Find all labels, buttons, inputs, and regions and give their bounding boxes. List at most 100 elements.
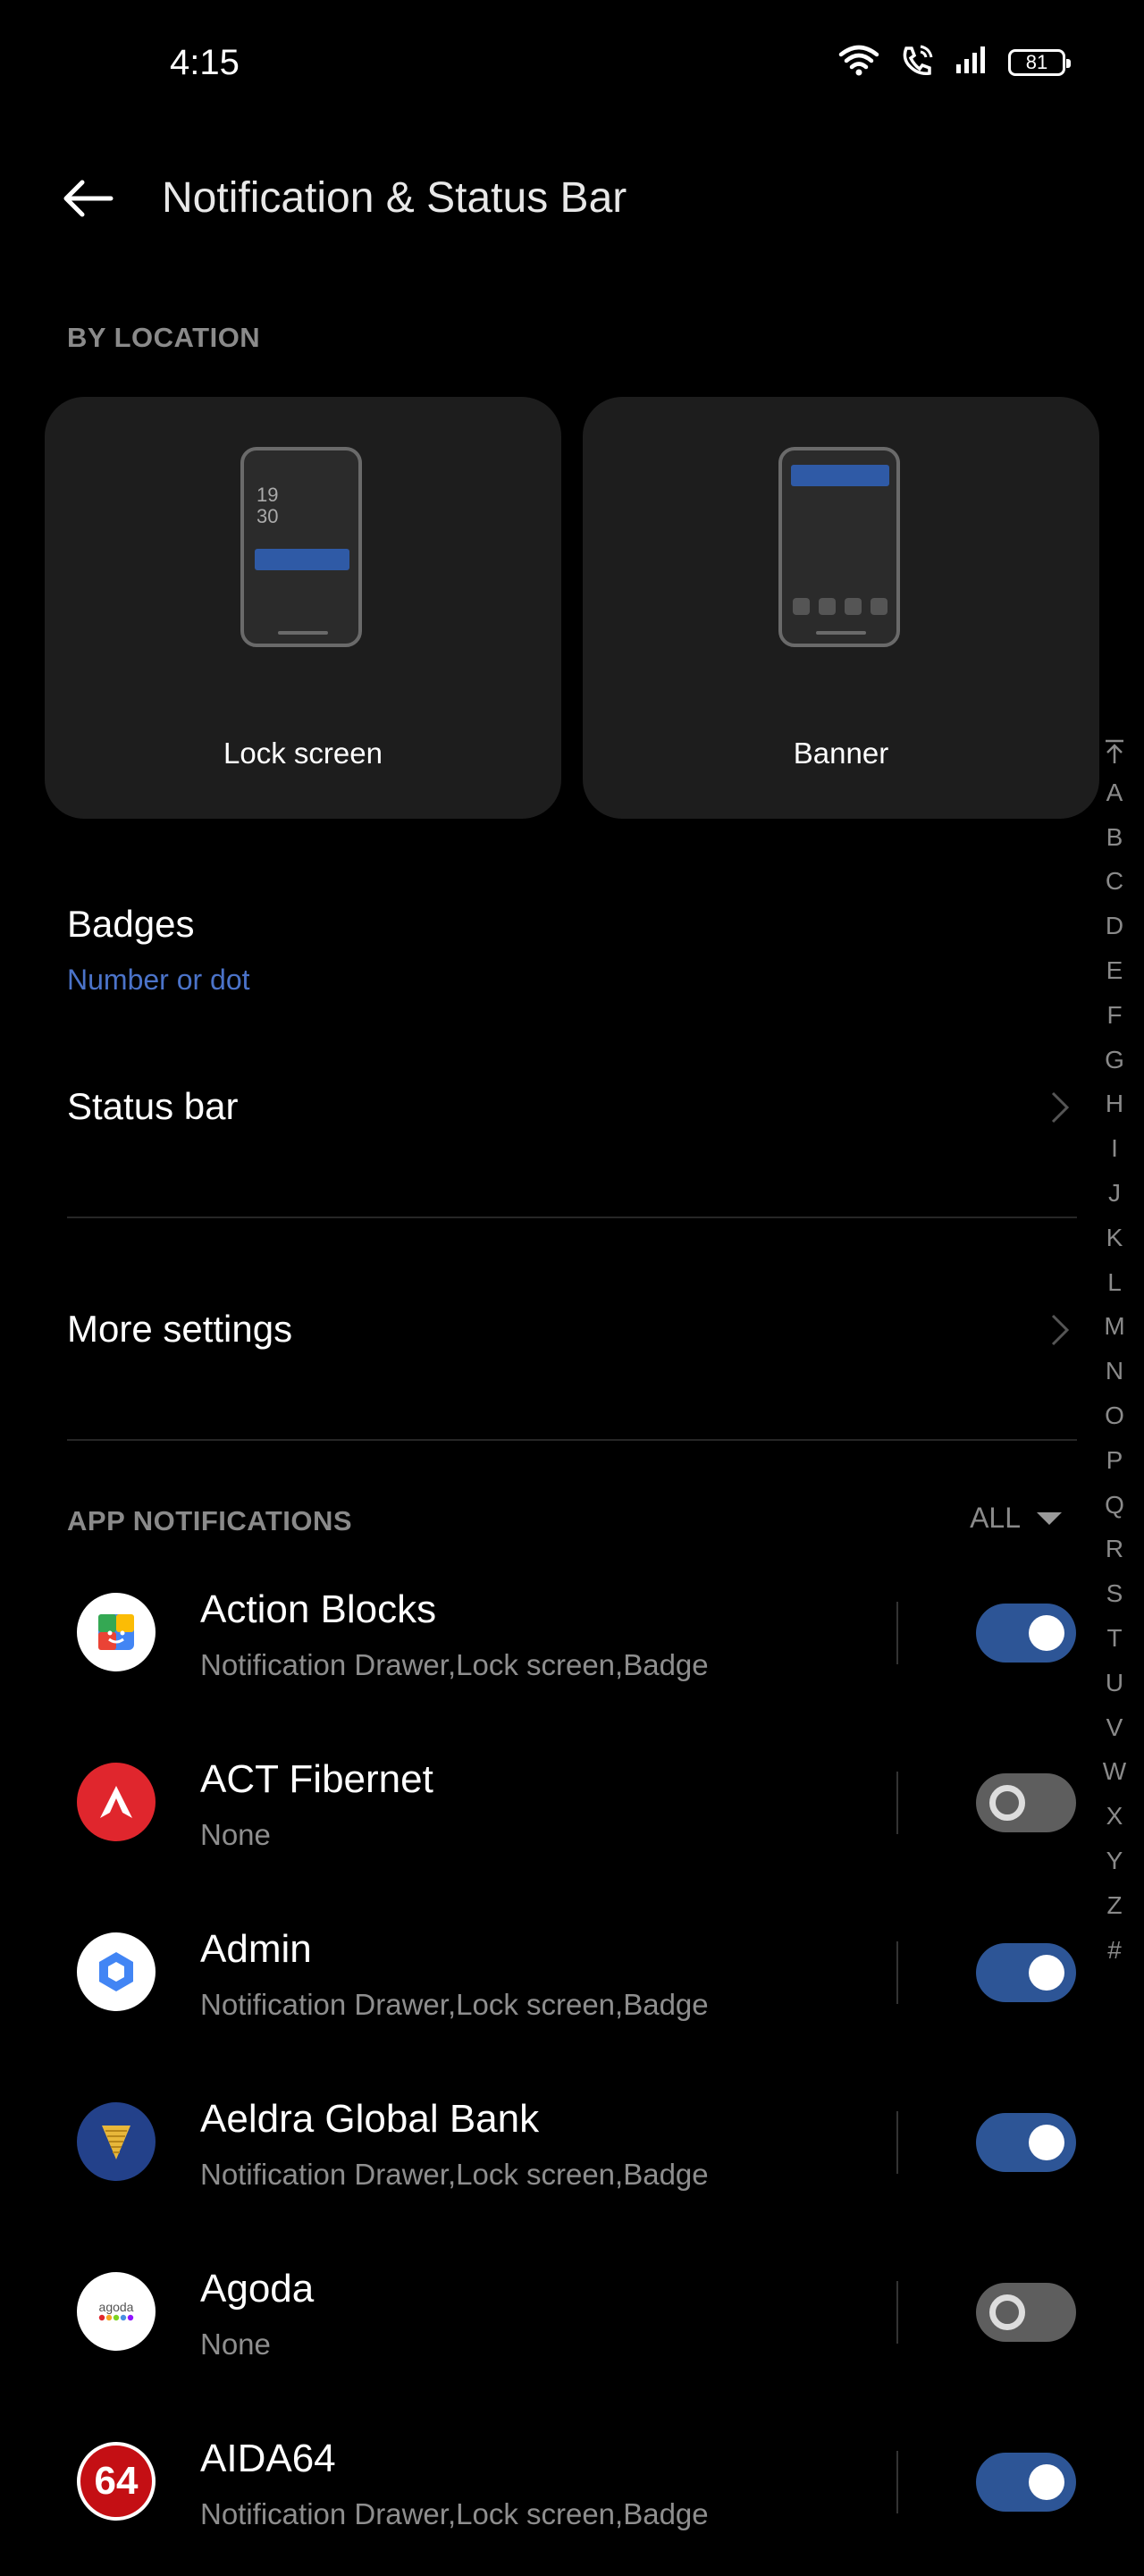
notification-toggle[interactable] xyxy=(976,2283,1076,2342)
app-row-aida64[interactable]: 64 AIDA64 Notification Drawer,Lock scree… xyxy=(0,2406,1090,2576)
battery-level: 81 xyxy=(1025,50,1048,73)
app-notifications-heading: APP NOTIFICATIONS xyxy=(67,1505,353,1536)
agoda-icon: agoda xyxy=(77,2272,156,2351)
aida64-icon: 64 xyxy=(77,2442,156,2521)
app-row-act-fibernet[interactable]: ACT Fibernet None xyxy=(0,1727,1090,1897)
notification-toggle[interactable] xyxy=(976,2453,1076,2512)
chevron-right-icon xyxy=(1051,1314,1070,1346)
phone-home-indicator xyxy=(816,631,866,635)
status-icons: 81 xyxy=(838,43,1071,81)
more-settings-title: More settings xyxy=(67,1308,293,1350)
index-letter[interactable]: Z xyxy=(1098,1883,1131,1928)
app-notification-summary: Notification Drawer,Lock screen,Badge xyxy=(200,1648,709,1681)
app-name: Action Blocks xyxy=(200,1587,437,1631)
alphabet-index[interactable]: A B C D E F G H I J K L M N O P Q R S T … xyxy=(1098,738,1131,1973)
action-blocks-icon xyxy=(77,1593,156,1671)
act-fibernet-icon xyxy=(77,1763,156,1841)
back-button[interactable] xyxy=(59,170,116,227)
lock-preview-time: 19 30 xyxy=(257,484,279,527)
page-title: Notification & Status Bar xyxy=(162,174,627,222)
phone-dock xyxy=(793,598,887,615)
index-letter[interactable]: U xyxy=(1098,1661,1131,1705)
battery-icon: 81 xyxy=(1008,48,1071,76)
app-name: Aeldra Global Bank xyxy=(200,2097,540,2141)
index-letter[interactable]: T xyxy=(1098,1616,1131,1661)
app-name: ACT Fibernet xyxy=(200,1757,433,1801)
status-bar: 4:15 81 xyxy=(0,0,1144,134)
separator xyxy=(896,2281,898,2344)
back-arrow-icon xyxy=(63,180,114,217)
wifi-icon xyxy=(838,43,879,81)
index-letter[interactable]: L xyxy=(1098,1260,1131,1305)
lock-screen-illustration: 19 30 xyxy=(240,447,362,647)
divider xyxy=(67,1216,1077,1218)
scroll-to-top-icon[interactable] xyxy=(1098,738,1131,770)
signal-icon xyxy=(955,45,988,80)
banner-card[interactable]: Banner xyxy=(583,397,1099,819)
separator xyxy=(896,2451,898,2513)
index-letter[interactable]: P xyxy=(1098,1438,1131,1483)
notification-toggle[interactable] xyxy=(976,2113,1076,2172)
banner-illustration xyxy=(778,447,900,647)
status-clock: 4:15 xyxy=(170,43,240,82)
aeldra-icon xyxy=(77,2102,156,2181)
app-name: Admin xyxy=(200,1927,312,1971)
index-letter[interactable]: H xyxy=(1098,1082,1131,1127)
banner-label: Banner xyxy=(793,737,889,770)
app-notification-summary: Notification Drawer,Lock screen,Badge xyxy=(200,2497,709,2530)
app-notification-summary: Notification Drawer,Lock screen,Badge xyxy=(200,1988,709,2021)
app-notification-summary: Notification Drawer,Lock screen,Badge xyxy=(200,2158,709,2191)
badges-title: Badges xyxy=(67,903,195,945)
app-row-aeldra-global-bank[interactable]: Aeldra Global Bank Notification Drawer,L… xyxy=(0,2067,1090,2236)
index-letter[interactable]: I xyxy=(1098,1126,1131,1171)
lock-screen-card[interactable]: 19 30 Lock screen xyxy=(45,397,561,819)
index-letter[interactable]: K xyxy=(1098,1216,1131,1260)
status-bar-title: Status bar xyxy=(67,1085,239,1127)
notification-toggle[interactable] xyxy=(976,1604,1076,1663)
index-letter[interactable]: F xyxy=(1098,993,1131,1038)
badges-value: Number or dot xyxy=(67,964,250,996)
index-letter[interactable]: B xyxy=(1098,815,1131,860)
phone-home-indicator xyxy=(278,631,328,635)
app-row-agoda[interactable]: agoda Agoda None xyxy=(0,2236,1090,2406)
index-letter[interactable]: X xyxy=(1098,1794,1131,1839)
index-letter[interactable]: Q xyxy=(1098,1483,1131,1528)
lock-preview-notification xyxy=(255,549,349,570)
index-letter[interactable]: R xyxy=(1098,1528,1131,1572)
separator xyxy=(896,1772,898,1834)
index-letter[interactable]: # xyxy=(1098,1928,1131,1973)
admin-icon xyxy=(77,1932,156,2011)
chevron-right-icon xyxy=(1051,1091,1070,1124)
index-letter[interactable]: V xyxy=(1098,1705,1131,1750)
app-name: AIDA64 xyxy=(200,2437,336,2480)
alphabet-letters: A B C D E F G H I J K L M N O P Q R S T … xyxy=(1098,770,1131,1973)
notification-toggle[interactable] xyxy=(976,1773,1076,1832)
app-row-action-blocks[interactable]: Action Blocks Notification Drawer,Lock s… xyxy=(0,1557,1090,1727)
banner-preview-notification xyxy=(791,465,889,486)
index-letter[interactable]: Y xyxy=(1098,1839,1131,1883)
index-letter[interactable]: W xyxy=(1098,1750,1131,1795)
filter-dropdown[interactable]: ALL xyxy=(970,1502,1062,1535)
app-notification-summary: None xyxy=(200,2328,271,2361)
index-letter[interactable]: N xyxy=(1098,1349,1131,1393)
dropdown-arrow-icon xyxy=(1037,1511,1062,1525)
index-letter[interactable]: G xyxy=(1098,1038,1131,1082)
separator xyxy=(896,1941,898,2004)
app-row-admin[interactable]: Admin Notification Drawer,Lock screen,Ba… xyxy=(0,1897,1090,2067)
index-letter[interactable]: E xyxy=(1098,948,1131,993)
index-letter[interactable]: C xyxy=(1098,860,1131,905)
index-letter[interactable]: S xyxy=(1098,1571,1131,1616)
lock-screen-label: Lock screen xyxy=(223,737,383,770)
app-name: Agoda xyxy=(200,2267,315,2311)
wifi-calling-icon xyxy=(899,43,935,81)
index-letter[interactable]: M xyxy=(1098,1305,1131,1350)
divider xyxy=(67,1439,1077,1441)
by-location-heading: BY LOCATION xyxy=(67,322,261,353)
index-letter[interactable]: J xyxy=(1098,1171,1131,1216)
index-letter[interactable]: D xyxy=(1098,904,1131,948)
notification-toggle[interactable] xyxy=(976,1943,1076,2002)
index-letter[interactable]: O xyxy=(1098,1393,1131,1438)
filter-value: ALL xyxy=(970,1502,1021,1534)
separator xyxy=(896,1602,898,1664)
index-letter[interactable]: A xyxy=(1098,770,1131,815)
